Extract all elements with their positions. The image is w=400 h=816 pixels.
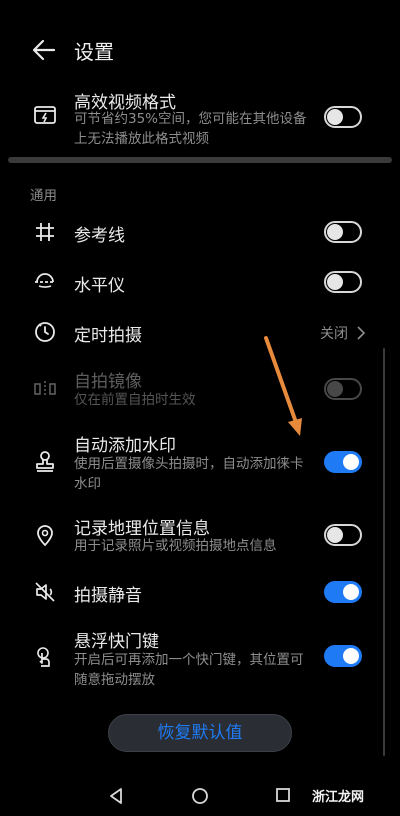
section-divider bbox=[8, 157, 392, 163]
mirror-icon bbox=[30, 374, 60, 404]
page-title: 设置 bbox=[74, 40, 114, 64]
toggle-knob bbox=[327, 109, 343, 125]
setting-selfie-mirror: 自拍镜像 仅在前置自拍时生效 bbox=[0, 364, 400, 414]
toggle-knob bbox=[327, 527, 343, 543]
reset-defaults-button[interactable]: 恢复默认值 bbox=[108, 714, 292, 752]
level-label: 水平仪 bbox=[74, 276, 125, 296]
grid-icon bbox=[30, 217, 60, 247]
nav-home-icon[interactable] bbox=[191, 787, 209, 805]
auto-watermark-desc: 使用后置摄像头拍摄时，自动添加徕卡水印 bbox=[74, 456, 304, 492]
mute-icon bbox=[30, 577, 60, 607]
mute-toggle[interactable] bbox=[324, 581, 362, 603]
location-icon bbox=[30, 520, 60, 550]
header: 设置 bbox=[0, 28, 400, 72]
setting-location[interactable]: 记录地理位置信息 用于记录照片或视频拍摄地点信息 bbox=[0, 512, 400, 558]
scrollbar[interactable] bbox=[383, 348, 385, 756]
toggle-knob bbox=[343, 454, 359, 470]
setting-timer[interactable]: 定时拍摄 关闭 bbox=[0, 314, 400, 350]
selfie-mirror-toggle bbox=[324, 378, 362, 400]
setting-video-format[interactable]: 高效视频格式 可节省约35%空间，您可能在其他设备上无法播放此格式视频 bbox=[0, 86, 400, 148]
setting-floating-shutter[interactable]: 悬浮快门键 开启后可再添加一个快门键，其位置可随意拖动摆放 bbox=[0, 624, 400, 690]
nav-recents-icon[interactable] bbox=[275, 787, 291, 803]
video-format-icon bbox=[30, 100, 60, 130]
mute-label: 拍摄静音 bbox=[74, 586, 142, 606]
level-toggle[interactable] bbox=[324, 271, 362, 293]
stamp-icon bbox=[30, 446, 60, 476]
back-arrow-icon[interactable] bbox=[30, 36, 58, 64]
floating-shutter-label: 悬浮快门键 bbox=[74, 632, 159, 652]
video-format-toggle[interactable] bbox=[324, 106, 362, 128]
section-header-general: 通用 bbox=[30, 188, 57, 204]
chevron-right-icon bbox=[356, 325, 366, 340]
setting-auto-watermark[interactable]: 自动添加水印 使用后置摄像头拍摄时，自动添加徕卡水印 bbox=[0, 428, 400, 494]
selfie-mirror-label: 自拍镜像 bbox=[74, 372, 142, 392]
grid-label: 参考线 bbox=[74, 226, 125, 246]
timer-label: 定时拍摄 bbox=[74, 326, 142, 346]
level-icon bbox=[30, 267, 60, 297]
location-desc: 用于记录照片或视频拍摄地点信息 bbox=[74, 538, 277, 554]
floating-shutter-toggle[interactable] bbox=[324, 645, 362, 667]
site-watermark: 浙江龙网 bbox=[312, 790, 365, 805]
setting-level[interactable]: 水平仪 bbox=[0, 264, 400, 300]
setting-mute[interactable]: 拍摄静音 bbox=[0, 574, 400, 610]
toggle-knob bbox=[327, 274, 343, 290]
auto-watermark-toggle[interactable] bbox=[324, 451, 362, 473]
auto-watermark-label: 自动添加水印 bbox=[74, 436, 176, 456]
float-shutter-icon bbox=[30, 642, 60, 672]
annotation-arrow-icon bbox=[264, 336, 302, 436]
video-format-desc: 可节省约35%空间，您可能在其他设备上无法播放此格式视频 bbox=[74, 111, 307, 147]
nav-back-icon[interactable] bbox=[108, 787, 124, 805]
toggle-knob bbox=[327, 381, 343, 397]
timer-value: 关闭 bbox=[320, 326, 348, 342]
toggle-knob bbox=[343, 584, 359, 600]
grid-toggle[interactable] bbox=[324, 221, 362, 243]
location-toggle[interactable] bbox=[324, 524, 362, 546]
toggle-knob bbox=[327, 224, 343, 240]
timer-icon bbox=[30, 317, 60, 347]
floating-shutter-desc: 开启后可再添加一个快门键，其位置可随意拖动摆放 bbox=[74, 652, 304, 688]
setting-grid[interactable]: 参考线 bbox=[0, 214, 400, 250]
toggle-knob bbox=[343, 648, 359, 664]
